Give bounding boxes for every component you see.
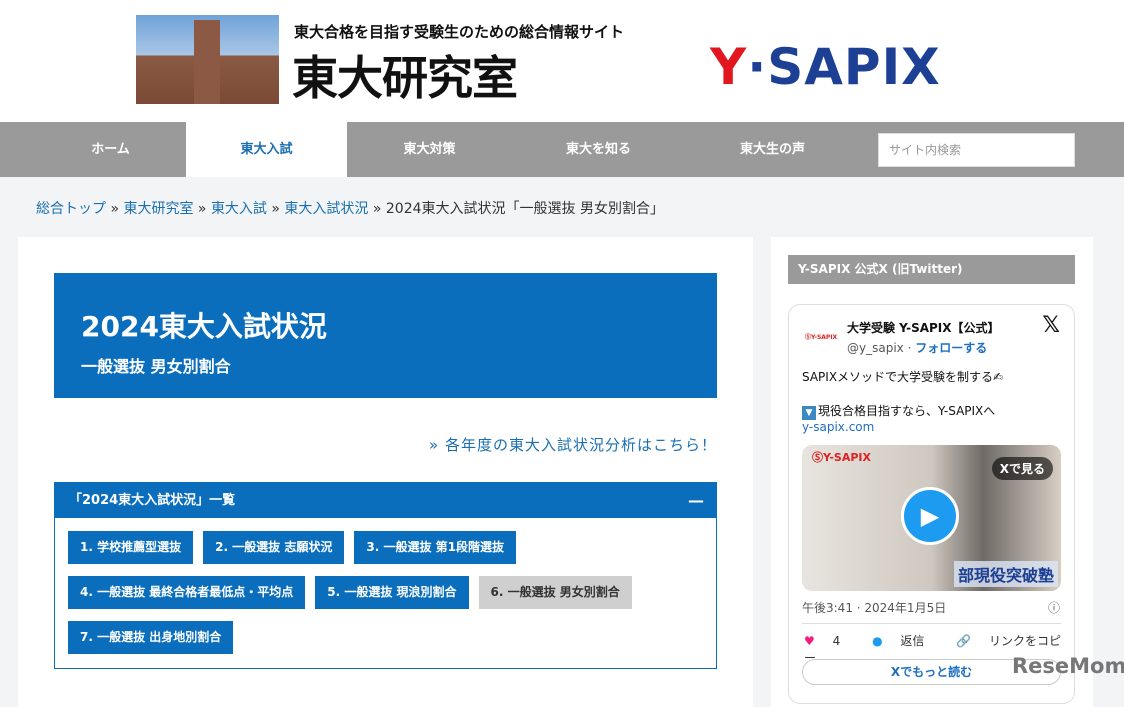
breadcrumb: 総合トップ » 東大研究室 » 東大入試 » 東大入試状況 » 2024東大入試… [36, 201, 664, 217]
breadcrumb-lab[interactable]: 東大研究室 [123, 201, 193, 217]
nav-strategy[interactable]: 東大対策 [349, 122, 510, 177]
tweet-timestamp[interactable]: 午後3:41 · 2024年1月5日 [802, 599, 946, 616]
section-button[interactable]: 1. 学校推薦型選抜 [68, 531, 194, 564]
accordion-header[interactable]: 「2024東大入試状況」一覧 — [55, 483, 716, 518]
nav-exam[interactable]: 東大入試 [186, 122, 347, 177]
breadcrumb-status[interactable]: 東大入試状況 [284, 201, 368, 217]
main-content: 2024東大入試状況 一般選抜 男女別割合 » 各年度の東大入試状況分析はこちら… [18, 237, 753, 707]
video-caption: 部現役突破塾 [953, 561, 1058, 587]
breadcrumb-exam[interactable]: 東大入試 [211, 201, 267, 217]
section-button-current[interactable]: 6. 一般選抜 男女別割合 [478, 576, 632, 609]
section-button[interactable]: 5. 一般選抜 現浪別割合 [315, 576, 469, 609]
tweet-link[interactable]: y-sapix.com [802, 420, 874, 434]
reply-button[interactable]: ● 返信 [872, 634, 938, 648]
title-box: 2024東大入試状況 一般選抜 男女別割合 [54, 273, 717, 398]
site-header: 東大合格を目指す受験生のための総合情報サイト 東大研究室 Y·SAPIX [0, 0, 1124, 122]
tweet-video[interactable]: ⓈY-SAPIX Xで見る ▶ 部現役突破塾 [802, 445, 1061, 591]
section-button[interactable]: 2. 一般選抜 志願状況 [203, 531, 345, 564]
sidebar: Y-SAPIX 公式X (旧Twitter) ⓈY-SAPIX 大学受験 Y-S… [771, 237, 1093, 707]
x-logo-icon[interactable]: 𝕏 [1042, 313, 1060, 338]
reply-bubble-icon: ● [872, 634, 883, 648]
breadcrumb-top[interactable]: 総合トップ [36, 201, 106, 217]
yearly-analysis-link[interactable]: » 各年度の東大入試状況分析はこちら！ [429, 434, 717, 455]
nav-home[interactable]: ホーム [30, 122, 191, 177]
tweet-text: 現役合格目指すなら、Y-SAPIXへ [818, 404, 996, 418]
collapse-icon[interactable]: — [688, 483, 704, 518]
section-button[interactable]: 4. 一般選抜 最終合格者最低点・平均点 [68, 576, 306, 609]
play-icon[interactable]: ▶ [901, 487, 959, 545]
like-button[interactable]: ♥ 4 [804, 634, 854, 648]
section-button[interactable]: 3. 一般選抜 第1段階選抜 [354, 531, 516, 564]
tweet-text: SAPIXメソッドで大学受験を制する✍ [802, 370, 1004, 384]
section-button[interactable]: 7. 一般選抜 出身地別割合 [68, 621, 234, 654]
embedded-tweet: ⓈY-SAPIX 大学受験 Y-SAPIX【公式】 @y_sapix · フォロ… [788, 304, 1075, 704]
ysapix-logo[interactable]: Y·SAPIX [710, 38, 941, 96]
tagline: 東大合格を目指す受験生のための総合情報サイト [294, 23, 625, 41]
resemom-watermark: ReseMom [1012, 654, 1124, 678]
site-logo[interactable]: 東大研究室 [292, 42, 518, 108]
divider [802, 623, 1061, 624]
campus-photo [136, 15, 279, 104]
link-icon: 🔗 [956, 634, 972, 648]
contents-accordion: 「2024東大入試状況」一覧 — 1. 学校推薦型選抜 2. 一般選抜 志願状況 3.… [54, 482, 717, 669]
account-avatar[interactable]: ⓈY-SAPIX [805, 332, 837, 341]
account-name[interactable]: 大学受験 Y-SAPIX【公式】 [847, 319, 1000, 336]
breadcrumb-current: 2024東大入試状況「一般選抜 男女別割合」 [385, 201, 664, 217]
main-nav: ホーム 東大入試 東大対策 東大を知る 東大生の声 サイト内検索 [0, 122, 1124, 177]
down-triangle-icon: ▼ [802, 406, 816, 420]
sidebar-heading: Y-SAPIX 公式X (旧Twitter) [788, 255, 1075, 284]
nav-about[interactable]: 東大を知る [518, 122, 679, 177]
nav-voices[interactable]: 東大生の声 [692, 122, 853, 177]
watch-on-x-button[interactable]: Xで見る [991, 457, 1053, 480]
site-search-input[interactable]: サイト内検索 [878, 133, 1075, 167]
follow-link[interactable]: フォローする [915, 341, 987, 355]
account-handle: @y_sapix · フォローする [847, 341, 988, 355]
heart-icon: ♥ [804, 634, 815, 648]
info-icon[interactable]: ⓘ [1048, 599, 1060, 616]
page-title: 2024東大入試状況 [81, 310, 327, 343]
page-subtitle: 一般選抜 男女別割合 [81, 357, 231, 376]
